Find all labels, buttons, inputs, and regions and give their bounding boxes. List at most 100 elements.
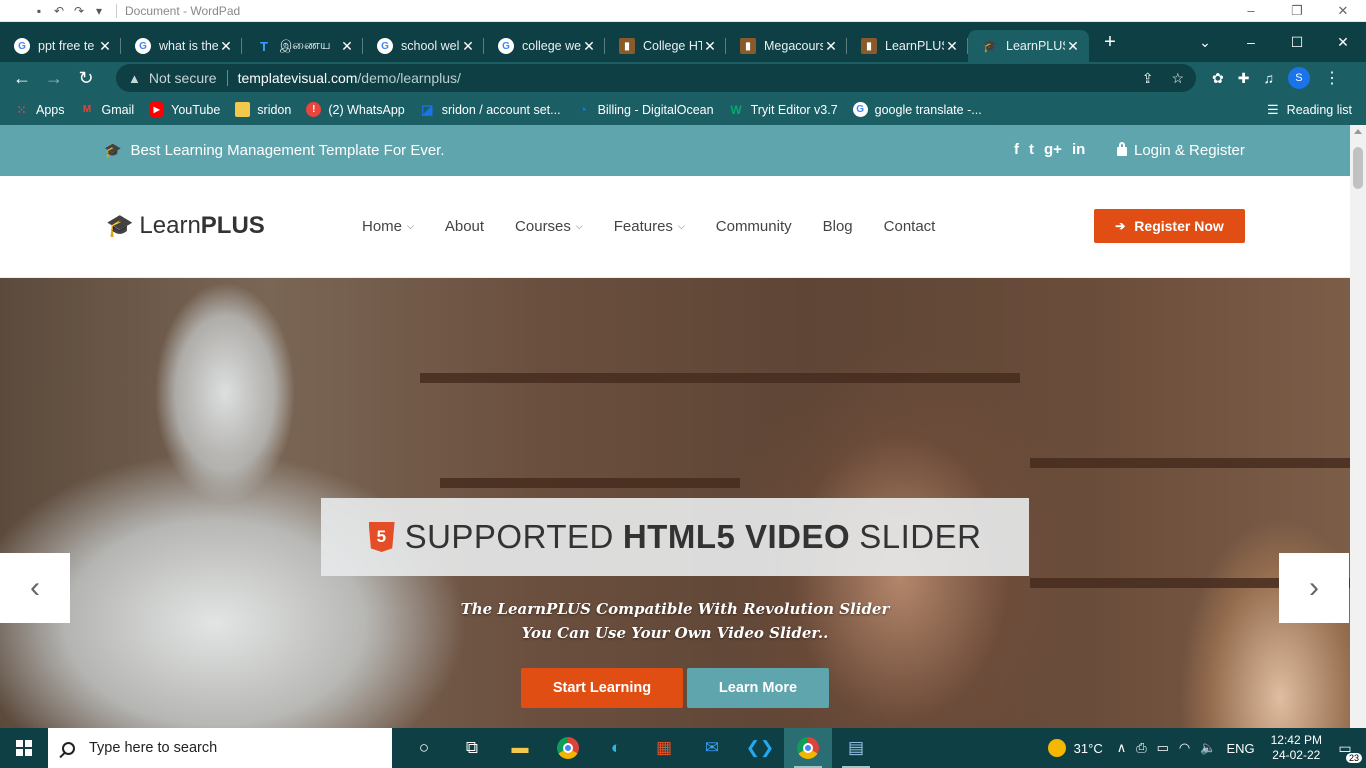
bookmark-label: YouTube <box>171 102 221 117</box>
tab-8-active[interactable]: 🎓 LearnPLUS ✕ <box>968 30 1089 62</box>
tab-0[interactable]: Gppt free te ✕ <box>0 30 121 62</box>
minimize-icon[interactable]: – <box>1228 34 1274 50</box>
menu-item-community[interactable]: Community <box>716 218 792 235</box>
scroll-up-icon[interactable] <box>1354 129 1362 134</box>
tab-7[interactable]: ▮ LearnPLUS ✕ <box>847 30 968 62</box>
tab-close-icon[interactable]: ✕ <box>97 38 113 55</box>
facebook-icon[interactable]: f <box>1014 141 1019 158</box>
bookmark-tryit-editor[interactable]: W Tryit Editor v3.7 <box>729 102 837 117</box>
site-logo[interactable]: 🎓 Learn PLUS <box>106 212 265 240</box>
tab-3[interactable]: Gschool wel ✕ <box>363 30 484 62</box>
bookmark-youtube[interactable]: ▶ YouTube <box>149 102 220 117</box>
start-button[interactable] <box>0 728 48 768</box>
undo-icon[interactable]: ↶ <box>52 4 66 18</box>
linkedin-icon[interactable]: in <box>1072 141 1085 158</box>
menu-item-features[interactable]: Features ⌵ <box>614 218 685 235</box>
chevron-up-icon[interactable]: ∧ <box>1117 740 1127 756</box>
bookmark-apps[interactable]: ⁙ Apps <box>14 102 64 117</box>
tab-1[interactable]: Gwhat is the ✕ <box>121 30 242 62</box>
clock[interactable]: 12:42 PM 24-02-22 <box>1271 733 1322 763</box>
back-icon[interactable]: ← <box>6 68 38 89</box>
forward-icon[interactable]: → <box>38 68 70 89</box>
restore-icon[interactable]: ❐ <box>1274 3 1320 19</box>
store-icon[interactable]: ▦ <box>640 728 688 768</box>
task-view-icon[interactable]: ⧉ <box>448 728 496 768</box>
security-label[interactable]: Not secure <box>149 70 228 86</box>
more-menu-icon[interactable]: ⋮ <box>1324 68 1340 88</box>
address-bar[interactable]: ▲ Not secure templatevisual.com/demo/lea… <box>116 64 1196 92</box>
warning-icon[interactable]: ▲ <box>128 71 141 86</box>
tab-close-icon[interactable]: ✕ <box>460 38 476 55</box>
battery-icon[interactable]: ▭ <box>1157 740 1169 756</box>
menu-item-courses[interactable]: Courses ⌵ <box>515 218 583 235</box>
slider-prev-arrow-icon[interactable]: ‹ <box>0 553 70 623</box>
maximize-icon[interactable]: ☐ <box>1274 34 1320 51</box>
profile-avatar[interactable]: S <box>1287 67 1310 89</box>
tab-close-icon[interactable]: ✕ <box>702 38 718 55</box>
menu-label: About <box>444 218 485 235</box>
wifi-icon[interactable]: ◠ <box>1179 740 1190 756</box>
language-indicator[interactable]: ENG <box>1226 741 1254 756</box>
menu-item-blog[interactable]: Blog <box>823 218 853 235</box>
close-icon[interactable]: ✕ <box>1320 3 1366 19</box>
bookmark-account-settings[interactable]: ◪ sridon / account set... <box>420 102 560 117</box>
tab-close-icon[interactable]: ✕ <box>218 38 234 55</box>
edge-icon[interactable]: ◐ <box>592 728 640 768</box>
bookmark-digitalocean[interactable]: ◔ Billing - DigitalOcean <box>576 102 713 117</box>
color-extension-icon[interactable]: ✿ <box>1212 70 1224 87</box>
mail-icon[interactable]: ✉ <box>688 728 736 768</box>
tab-label: இணைய <box>280 38 331 52</box>
menu-item-contact[interactable]: Contact <box>884 218 936 235</box>
reload-icon[interactable]: ↻ <box>70 68 102 89</box>
tab-close-icon[interactable]: ✕ <box>581 38 597 55</box>
tab-close-icon[interactable]: ✕ <box>944 38 960 55</box>
bookmark-star-icon[interactable]: ☆ <box>1171 70 1184 87</box>
bookmark-sridon[interactable]: sridon <box>235 102 291 117</box>
notifications-icon[interactable]: ▭ 23 <box>1334 737 1362 763</box>
taskbar-search-box[interactable]: Type here to search <box>48 728 392 768</box>
url-host[interactable]: templatevisual.com <box>238 70 358 86</box>
tab-close-icon[interactable]: ✕ <box>823 38 839 55</box>
url-path[interactable]: /demo/learnplus/ <box>357 70 461 86</box>
file-explorer-icon[interactable]: ▬ <box>496 728 544 768</box>
bookmark-whatsapp[interactable]: ! (2) WhatsApp <box>306 102 405 117</box>
save-icon[interactable]: ▪ <box>32 4 46 18</box>
tab-close-icon[interactable]: ✕ <box>339 38 355 55</box>
tab-5[interactable]: ▮ College HT ✕ <box>605 30 726 62</box>
new-tab-icon[interactable]: + <box>1095 31 1125 54</box>
minimize-icon[interactable]: – <box>1228 3 1274 19</box>
bookmark-google-translate[interactable]: Ggoogle translate -... <box>852 102 982 117</box>
twitter-icon[interactable]: t <box>1029 141 1034 158</box>
tab-4[interactable]: Gcollege we ✕ <box>484 30 605 62</box>
reading-list[interactable]: ☰ Reading list <box>1267 102 1352 118</box>
learn-more-button[interactable]: Learn More <box>687 668 829 708</box>
login-register-link[interactable]: Login & Register <box>1117 142 1245 159</box>
media-control-icon[interactable]: ♫ <box>1263 70 1274 86</box>
menu-item-home[interactable]: Home ⌵ <box>362 218 414 235</box>
google-plus-icon[interactable]: g+ <box>1044 141 1062 158</box>
register-now-button[interactable]: ➔ Register Now <box>1094 209 1245 243</box>
redo-icon[interactable]: ↷ <box>72 4 86 18</box>
tab-search-icon[interactable]: ⌄ <box>1182 34 1228 51</box>
tab-6[interactable]: ▮ Megacours ✕ <box>726 30 847 62</box>
cortana-icon[interactable]: ○ <box>400 728 448 768</box>
page-scrollbar[interactable] <box>1350 125 1366 728</box>
customize-icon[interactable]: ▾ <box>92 4 106 18</box>
share-icon[interactable]: ⇪ <box>1142 70 1154 87</box>
bookmark-gmail[interactable]: M Gmail <box>80 102 134 117</box>
start-learning-button[interactable]: Start Learning <box>521 668 683 708</box>
tab-2[interactable]: T இணைய ✕ <box>242 30 363 62</box>
tab-close-icon[interactable]: ✕ <box>1065 38 1081 55</box>
chrome-active-icon[interactable] <box>784 728 832 768</box>
vscode-icon[interactable]: ❮❯ <box>736 728 784 768</box>
slider-next-arrow-icon[interactable]: › <box>1279 553 1349 623</box>
wordpad-icon[interactable]: ▤ <box>832 728 880 768</box>
weather-widget[interactable]: 31°C <box>1047 739 1103 757</box>
menu-item-about[interactable]: About <box>445 218 484 235</box>
extensions-puzzle-icon[interactable]: ✚ <box>1238 70 1250 87</box>
scroll-thumb[interactable] <box>1353 147 1363 189</box>
volume-icon[interactable]: 🔈 <box>1200 740 1216 756</box>
device-icon[interactable]: ⎙ <box>1136 740 1146 756</box>
close-icon[interactable]: ✕ <box>1320 34 1366 51</box>
chrome-taskbar-icon[interactable] <box>544 728 592 768</box>
